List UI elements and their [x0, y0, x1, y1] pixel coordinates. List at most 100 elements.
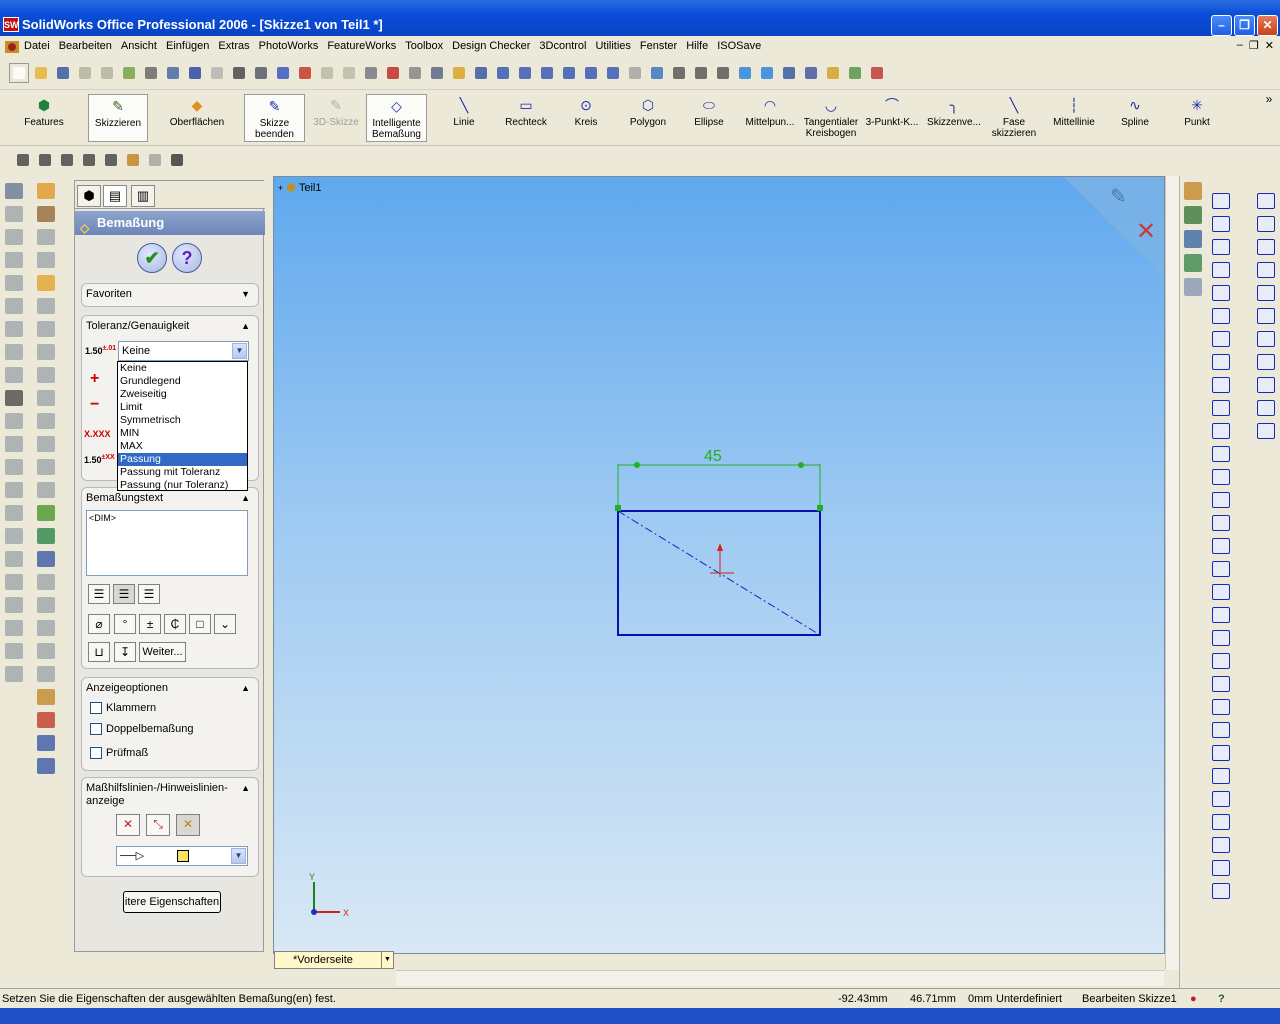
display-relations-icon[interactable] — [124, 151, 142, 169]
weiter-button[interactable]: Weiter... — [139, 642, 186, 662]
depth-button[interactable]: ↧ — [114, 642, 136, 662]
menu-bearbeiten[interactable]: Bearbeiten — [59, 40, 112, 52]
cut-sweep-icon[interactable] — [4, 321, 23, 337]
oberflaechen-tab[interactable]: ◆ Oberflächen — [162, 94, 232, 142]
collapse-task-pane-icon[interactable] — [1183, 278, 1202, 296]
punkt-button[interactable]: ✳ Punkt — [1176, 94, 1218, 142]
rebuild-icon[interactable] — [296, 64, 314, 82]
arrows-outside-button[interactable]: ✕ — [116, 814, 140, 836]
extend-icon[interactable] — [1212, 630, 1230, 646]
maximize-button[interactable]: ❐ — [1234, 15, 1255, 36]
tab-configurationmanager[interactable]: ▥ — [131, 185, 155, 207]
rotate-entity-icon[interactable] — [36, 151, 54, 169]
chamfer-icon[interactable] — [1212, 469, 1230, 485]
revolve-icon[interactable] — [4, 206, 23, 222]
loft-icon[interactable] — [4, 252, 23, 268]
polygon-button[interactable]: ⬡ Polygon — [622, 94, 674, 142]
menu-einfuegen[interactable]: Einfügen — [166, 40, 209, 52]
mittelpunkt-button[interactable]: ◠ Mittelpun... — [740, 94, 800, 142]
tangent-arc-icon[interactable] — [1212, 400, 1230, 416]
snap-icon[interactable] — [340, 64, 358, 82]
automatic-relations-icon[interactable] — [1257, 400, 1275, 416]
spline-button[interactable]: ∿ Spline — [1112, 94, 1158, 142]
make-assembly-icon[interactable] — [98, 64, 116, 82]
fully-define-sketch-icon[interactable] — [1257, 423, 1275, 439]
menu-hilfe[interactable]: Hilfe — [686, 40, 708, 52]
undo-icon[interactable] — [186, 64, 204, 82]
home-icon[interactable] — [1183, 182, 1202, 200]
mdi-minimize-button[interactable]: – — [1237, 39, 1243, 52]
design-checker-icon[interactable] — [868, 64, 886, 82]
fillet-icon[interactable] — [4, 344, 23, 360]
menu-photoworks[interactable]: PhotoWorks — [259, 40, 319, 52]
degree-button[interactable]: ° — [114, 614, 136, 634]
dimension-handle[interactable] — [634, 462, 640, 468]
knit-surface-icon[interactable] — [36, 344, 55, 360]
zoom-selection-icon[interactable] — [560, 64, 578, 82]
point-snap-icon[interactable] — [14, 151, 32, 169]
copy-entities-icon[interactable] — [1212, 814, 1230, 830]
diameter-button[interactable]: ⌀ — [88, 614, 110, 634]
align-center-button[interactable]: ☰ — [113, 584, 135, 604]
mdi-close-button[interactable]: ✕ — [1265, 39, 1274, 52]
3d-skizze-button[interactable]: ✎ 3D-Skizze — [310, 94, 362, 142]
horizontal-dimension-icon[interactable] — [1257, 216, 1275, 232]
trim-icon[interactable] — [1212, 607, 1230, 623]
hidden-lines-visible-icon[interactable] — [692, 64, 710, 82]
replace-face-icon[interactable] — [36, 482, 55, 498]
linie-button[interactable]: ╲ Linie — [444, 94, 484, 142]
check-icon[interactable] — [846, 64, 864, 82]
draft-icon[interactable] — [4, 459, 23, 475]
rechteck-button[interactable]: ▭ Rechteck — [500, 94, 552, 142]
view-right-icon[interactable] — [36, 643, 55, 659]
ruled-surface-icon[interactable] — [36, 505, 55, 521]
reference-geometry-icon[interactable] — [4, 597, 23, 613]
options-icon[interactable] — [120, 64, 138, 82]
properties-icon[interactable] — [428, 64, 446, 82]
minimize-button[interactable]: – — [1211, 15, 1232, 36]
chevron-up-icon[interactable]: ▲ — [241, 683, 250, 693]
copy-entity-icon[interactable] — [80, 151, 98, 169]
menu-3dcontrol[interactable]: 3Dcontrol — [539, 40, 586, 52]
grid-icon[interactable] — [318, 64, 336, 82]
view-front-icon[interactable] — [36, 574, 55, 590]
radiate-surface-icon[interactable] — [36, 321, 55, 337]
sketch-edit-icon[interactable] — [274, 64, 292, 82]
toleranz-select[interactable]: Keine ▼ — [118, 341, 249, 361]
select-other-icon[interactable] — [252, 64, 270, 82]
point-icon[interactable] — [1212, 538, 1230, 554]
print-icon[interactable] — [142, 64, 160, 82]
chevron-up-icon[interactable]: ▲ — [241, 783, 250, 793]
checkbox[interactable] — [90, 723, 102, 735]
rotate-view-icon[interactable] — [582, 64, 600, 82]
intelligente-bemassung-button[interactable]: ◇ Intelligente Bemaßung — [366, 94, 427, 142]
ok-button[interactable]: ✔ — [137, 243, 167, 273]
plane-icon[interactable] — [1212, 561, 1230, 577]
more-commands-icon[interactable]: » — [1262, 93, 1276, 142]
klammern-checkbox[interactable]: Klammern — [90, 702, 156, 714]
circular-pattern-icon[interactable] — [4, 528, 23, 544]
convert-entities-icon[interactable] — [1212, 676, 1230, 692]
add-relation-icon[interactable] — [1257, 377, 1275, 393]
rotate-entities-icon[interactable] — [1212, 791, 1230, 807]
centerpoint-arc-icon[interactable] — [1212, 377, 1230, 393]
checkbox[interactable] — [90, 702, 102, 714]
menu-datei[interactable]: Datei — [24, 40, 50, 52]
three-point-arc-icon[interactable] — [1212, 423, 1230, 439]
dimension-handle[interactable] — [798, 462, 804, 468]
smart-dimension-icon[interactable] — [1212, 239, 1230, 255]
features-tab[interactable]: ⬢ Features — [18, 94, 70, 142]
rectangle-icon[interactable] — [1212, 285, 1230, 301]
move-body-icon[interactable] — [4, 666, 23, 682]
centerline-symbol-button[interactable]: ₵ — [164, 614, 186, 634]
align-right-button[interactable]: ☰ — [138, 584, 160, 604]
dreipunkt-button[interactable]: ⌒ 3-Punkt-K... — [862, 94, 922, 142]
extend-surface-icon[interactable] — [36, 390, 55, 406]
skizzenve-button[interactable]: ╮ Skizzenve... — [924, 94, 984, 142]
list-item[interactable]: Passung mit Toleranz — [118, 466, 247, 479]
mittellinie-button[interactable]: ┆ Mittellinie — [1048, 94, 1100, 142]
make-drawing-icon[interactable] — [76, 64, 94, 82]
spline-icon[interactable] — [1212, 515, 1230, 531]
view-back-icon[interactable] — [36, 597, 55, 613]
fill-surface-icon[interactable] — [36, 367, 55, 383]
